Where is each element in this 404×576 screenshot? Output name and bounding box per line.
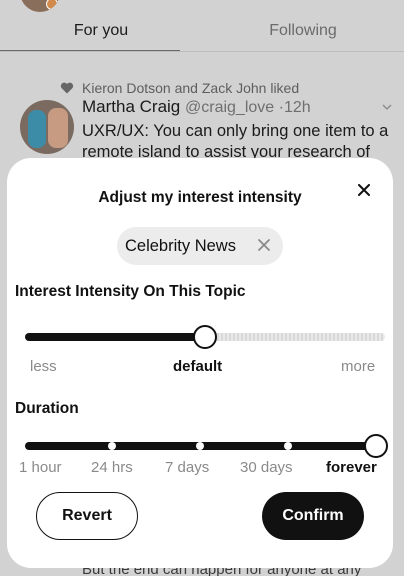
topic-chip: Celebrity News: [117, 227, 283, 265]
duration-tick-7days[interactable]: 7 days: [165, 459, 209, 476]
duration-stop-24hrs[interactable]: [108, 442, 116, 450]
liked-by-text: Kieron Dotson and Zack John liked: [82, 80, 300, 96]
intensity-tick-more[interactable]: more: [341, 358, 375, 375]
duration-slider-thumb[interactable]: [364, 434, 388, 458]
sheet-title: Adjust my interest intensity: [98, 189, 302, 206]
avatar-photo-figure: [48, 108, 68, 148]
tab-following[interactable]: Following: [202, 14, 404, 52]
tabs-divider: [0, 51, 404, 52]
tab-for-you[interactable]: For you: [0, 14, 202, 52]
author-name[interactable]: Martha Craig: [82, 97, 180, 116]
avatar-photo-figure: [28, 110, 46, 148]
duration-stop-7days[interactable]: [196, 442, 204, 450]
intensity-slider-thumb[interactable]: [193, 325, 217, 349]
tweet-text: UXR/UX: You can only bring one item to a…: [82, 122, 389, 161]
feed-tabs: For you Following: [0, 14, 404, 52]
intensity-track-filled[interactable]: [25, 333, 207, 341]
duration-tick-30days[interactable]: 30 days: [240, 459, 293, 476]
duration-tick-forever[interactable]: forever: [326, 459, 377, 476]
intensity-track-remaining[interactable]: [205, 333, 385, 341]
social-context: Kieron Dotson and Zack John liked: [60, 80, 299, 96]
remove-icon[interactable]: [257, 238, 271, 252]
topic-chip-label: Celebrity News: [125, 236, 236, 255]
profile-avatar[interactable]: [20, 0, 60, 12]
author-handle-time: @craig_love ·12h: [185, 99, 311, 116]
duration-tick-1hour[interactable]: 1 hour: [19, 459, 62, 476]
duration-stop-30days[interactable]: [284, 442, 292, 450]
intensity-tick-default[interactable]: default: [173, 358, 222, 375]
chevron-down-icon[interactable]: [382, 102, 392, 112]
intensity-label: Interest Intensity On This Topic: [15, 283, 246, 300]
tweet-header: Martha Craig @craig_love ·12h: [82, 97, 311, 117]
heart-icon: [60, 82, 74, 94]
avatar-badge: [46, 0, 58, 10]
confirm-button[interactable]: Confirm: [262, 492, 364, 540]
duration-tick-24hrs[interactable]: 24 hrs: [91, 459, 133, 476]
intensity-tick-less[interactable]: less: [30, 358, 57, 375]
revert-button[interactable]: Revert: [36, 492, 138, 540]
duration-label: Duration: [15, 400, 79, 417]
author-avatar[interactable]: [20, 100, 74, 154]
